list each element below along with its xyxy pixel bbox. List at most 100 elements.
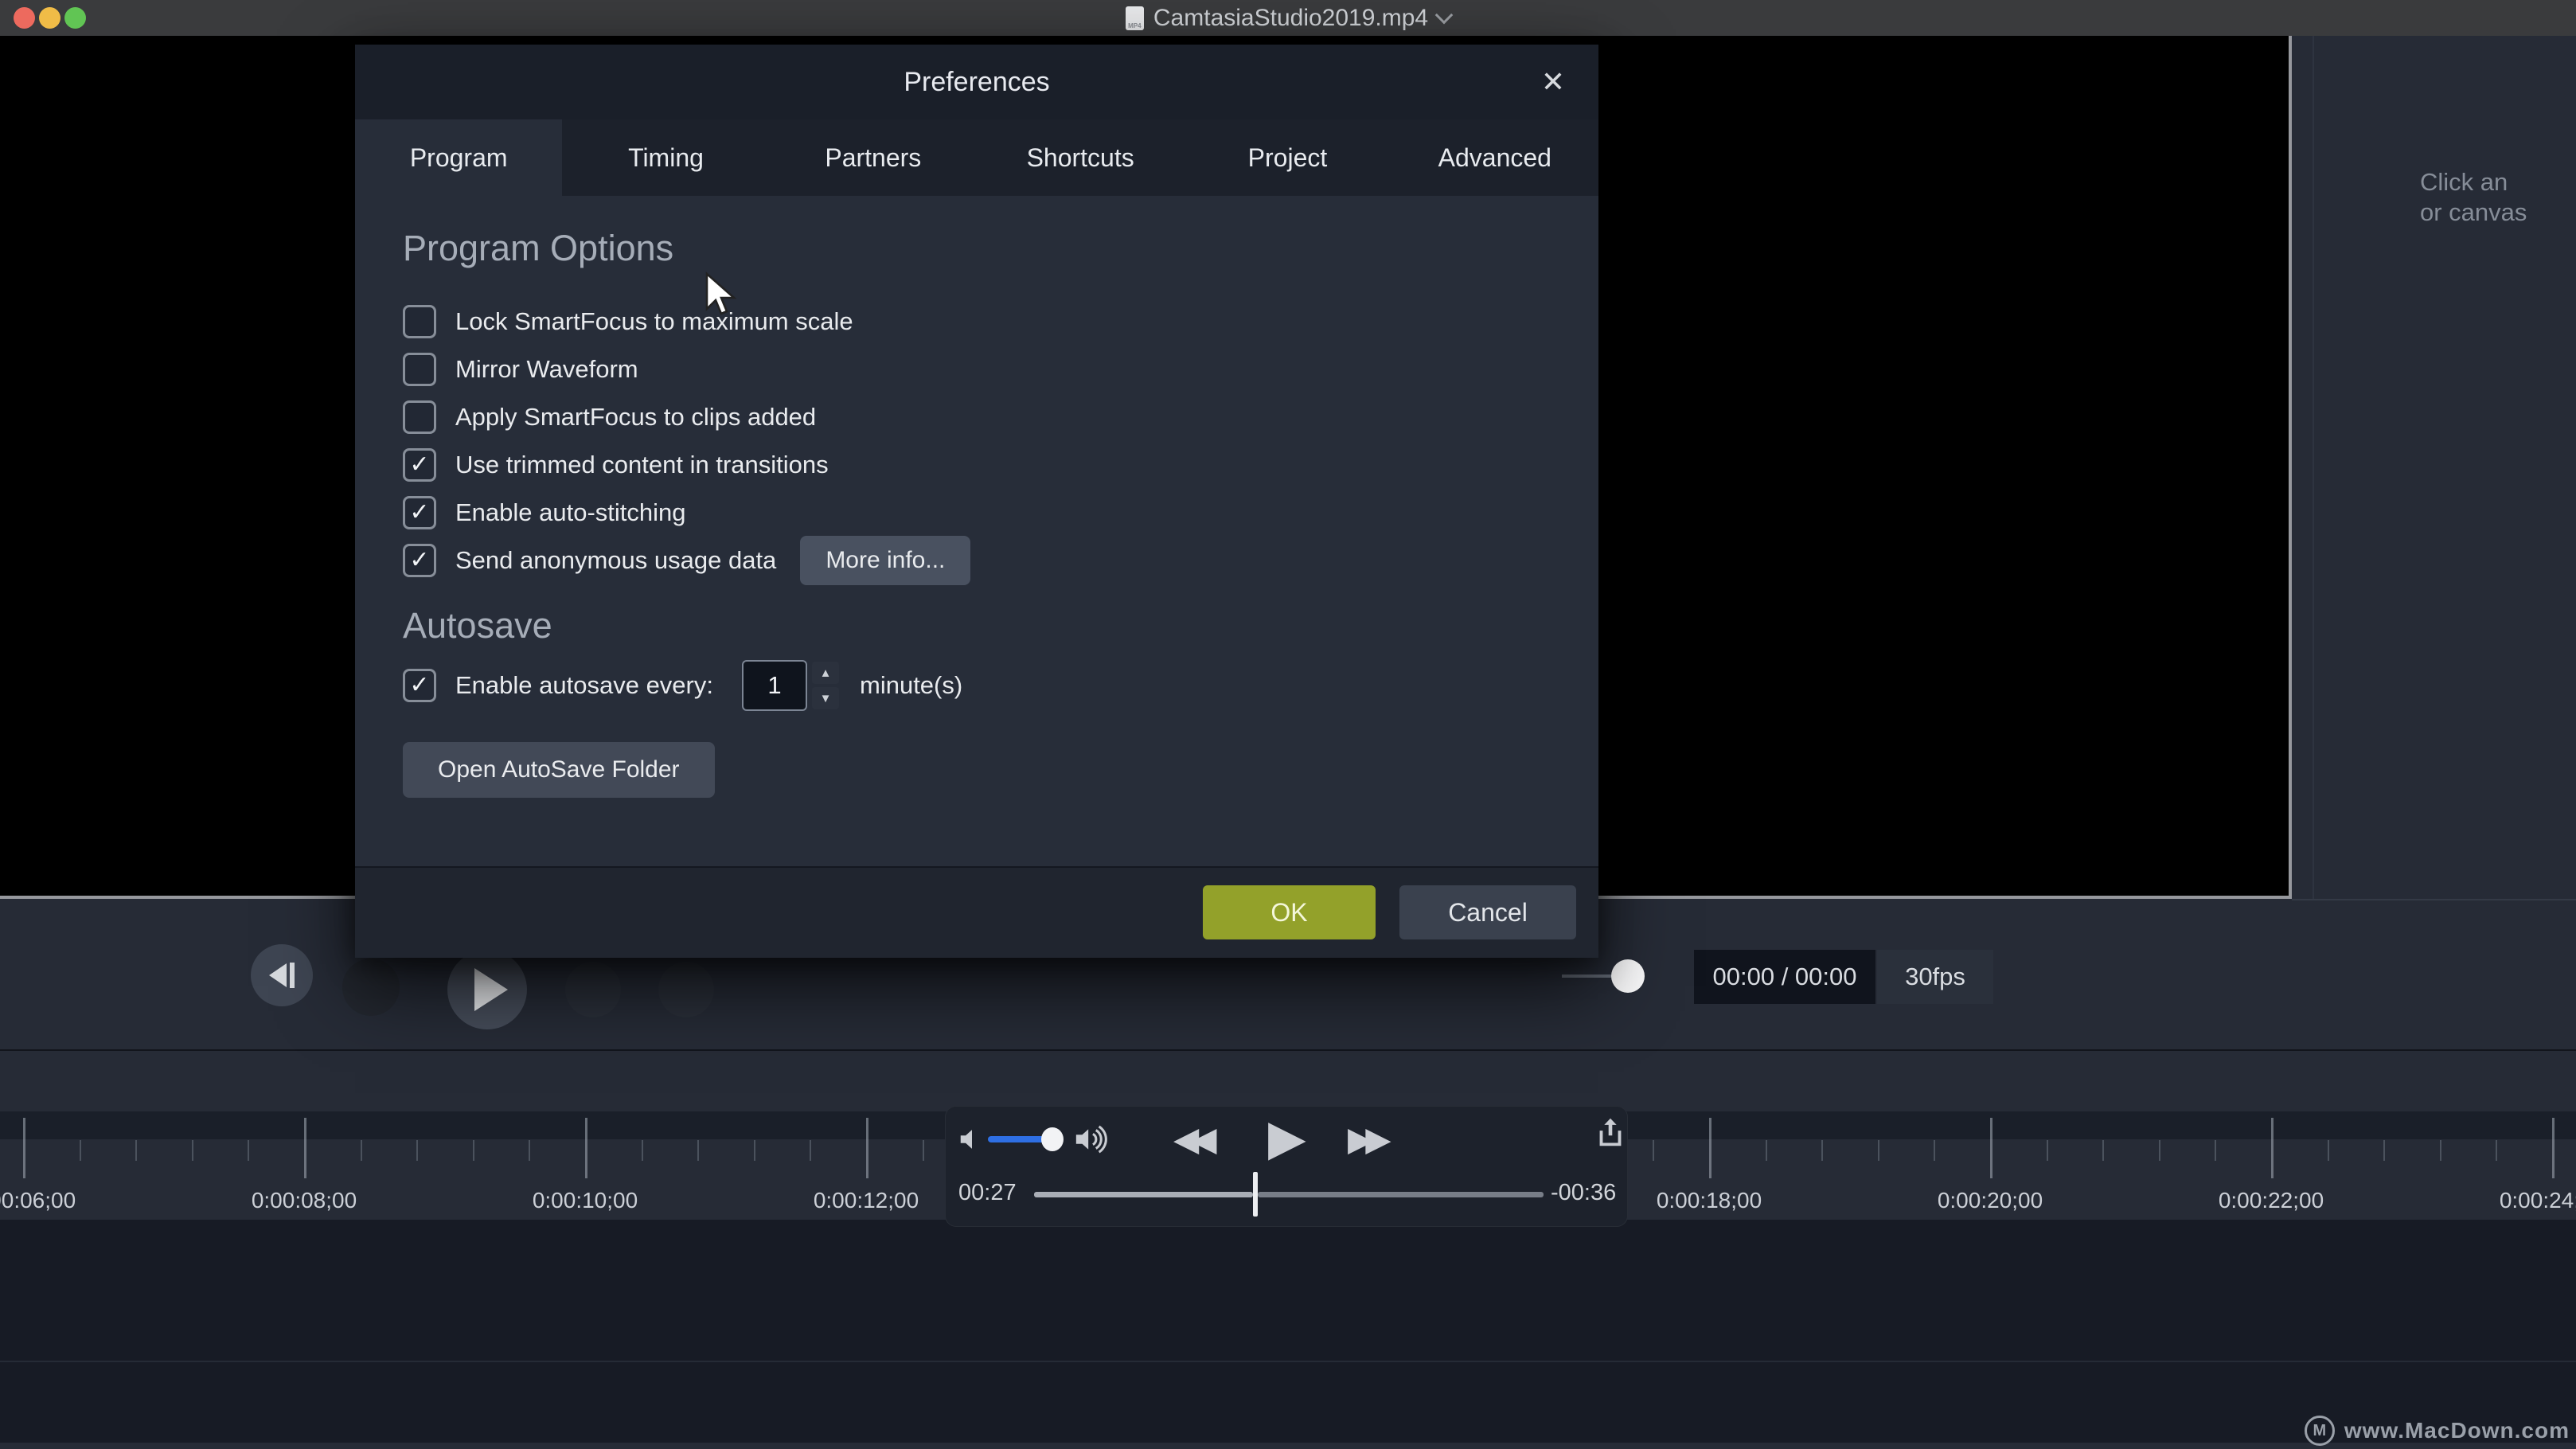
chevron-down-icon[interactable] — [1434, 6, 1454, 24]
autosave-label: Enable autosave every: — [455, 671, 713, 699]
dialog-header[interactable]: Preferences ✕ — [355, 45, 1598, 119]
remaining-time: -00:36 — [1551, 1180, 1617, 1205]
checkbox[interactable]: ✓ — [403, 305, 436, 338]
more-info-button[interactable]: More info... — [800, 536, 971, 585]
ruler-tick — [2271, 1118, 2274, 1178]
ruler-tick — [2496, 1140, 2498, 1161]
ruler-tick — [2046, 1140, 2048, 1161]
step-back-button[interactable] — [251, 944, 313, 1006]
scrubber-track[interactable] — [1562, 974, 1614, 978]
watermark-text: www.MacDown.com — [2344, 1418, 2570, 1443]
canvas-hint-text: Click an or canvas — [2420, 168, 2527, 226]
ruler-label: 0:00:20;00 — [1937, 1188, 2043, 1213]
stepper-up-icon[interactable]: ▲ — [812, 662, 839, 684]
ruler-tick — [1709, 1118, 1711, 1178]
dialog-footer: OK Cancel — [355, 866, 1598, 958]
cancel-button[interactable]: Cancel — [1399, 885, 1576, 939]
checkbox-label: Mirror Waveform — [455, 355, 638, 383]
ruler-tick — [2383, 1140, 2386, 1161]
tab-program[interactable]: Program — [355, 119, 563, 196]
macdown-logo-icon: M — [2304, 1416, 2335, 1446]
progress-bar-played[interactable] — [1034, 1192, 1254, 1197]
window-title-group[interactable]: MP4 CamtasiaStudio2019.mp4 — [1125, 5, 1454, 32]
playback-extra-button-2[interactable] — [565, 962, 621, 1017]
autosave-checkbox[interactable]: ✓ — [403, 669, 436, 702]
watermark: M www.MacDown.com — [0, 1416, 2570, 1446]
checkbox-row[interactable]: ✓ Lock SmartFocus to maximum scale — [403, 298, 1598, 346]
playback-extra-button-1[interactable] — [342, 959, 400, 1016]
ok-button[interactable]: OK — [1203, 885, 1376, 939]
timeline-tracks[interactable] — [0, 1220, 2576, 1449]
ruler-label: 0:00:10;00 — [532, 1188, 638, 1213]
checkbox-row[interactable]: ✓ Enable auto-stitching — [403, 489, 1598, 537]
tab-partners[interactable]: Partners — [770, 119, 977, 196]
checkbox-row[interactable]: ✓ Send anonymous usage data More info... — [403, 536, 1598, 585]
editor-play-button[interactable] — [447, 950, 527, 1029]
volume-low-icon[interactable] — [957, 1124, 987, 1154]
share-icon[interactable] — [1592, 1115, 1629, 1151]
fast-forward-button[interactable]: ▶▶ — [1348, 1119, 1391, 1158]
minimize-traffic-light[interactable] — [39, 7, 60, 29]
dialog-tab-bar: Program Timing Partners Shortcuts Project Adv… — [355, 119, 1598, 196]
ruler-tick — [753, 1140, 755, 1161]
ruler-label: 0:00:22;00 — [2218, 1188, 2324, 1213]
track-divider — [0, 1361, 2576, 1362]
tab-project[interactable]: Project — [1184, 119, 1391, 196]
ruler-tick — [360, 1140, 362, 1161]
ruler-tick — [1934, 1140, 1936, 1161]
play-icon — [474, 968, 508, 1011]
ruler-tick — [416, 1140, 419, 1161]
ruler-tick — [1990, 1118, 1992, 1178]
ruler-tick — [810, 1140, 812, 1161]
progress-marker[interactable] — [1253, 1172, 1259, 1217]
close-traffic-light[interactable] — [14, 7, 35, 29]
ruler-tick — [135, 1140, 138, 1161]
open-autosave-folder-button[interactable]: Open AutoSave Folder — [403, 742, 715, 798]
volume-slider-thumb[interactable] — [1041, 1127, 1064, 1151]
tab-shortcuts[interactable]: Shortcuts — [977, 119, 1184, 196]
ruler-tick — [1765, 1140, 1767, 1161]
ruler-label: 0:00:24;00 — [2499, 1188, 2576, 1213]
ruler-tick — [1821, 1140, 1824, 1161]
stepper-down-icon[interactable]: ▼ — [812, 687, 839, 709]
mouse-cursor — [705, 271, 737, 315]
panel-divider-horizontal — [2292, 899, 2576, 900]
scrubber-handle[interactable] — [1611, 959, 1645, 993]
checkbox-label: Lock SmartFocus to maximum scale — [455, 307, 853, 335]
zoom-traffic-light[interactable] — [64, 7, 86, 29]
fps-display[interactable]: 30fps — [1877, 950, 1993, 1004]
checkbox[interactable]: ✓ — [403, 544, 436, 577]
ruler-tick — [1877, 1140, 1879, 1161]
ruler-tick — [2102, 1140, 2105, 1161]
ruler-label: 0:00:18;00 — [1656, 1188, 1762, 1213]
checkbox[interactable]: ✓ — [403, 353, 436, 386]
checkbox-row[interactable]: ✓ Mirror Waveform — [403, 346, 1598, 393]
checkbox[interactable]: ✓ — [403, 496, 436, 529]
timecode-display: 00:00 / 00:00 — [1694, 950, 1875, 1004]
rewind-button[interactable]: ◀◀ — [1173, 1119, 1217, 1158]
autosave-row: ✓ Enable autosave every: 1 ▲ ▼ minute(s) — [403, 659, 1598, 712]
ruler-label: 0:00:08;00 — [251, 1188, 357, 1213]
dialog-title: Preferences — [904, 66, 1050, 97]
autosave-unit-label: minute(s) — [860, 671, 963, 699]
playback-extra-button-3[interactable] — [658, 962, 714, 1017]
close-icon[interactable]: ✕ — [1535, 64, 1571, 100]
ruler-tick — [697, 1140, 700, 1161]
checkbox-label: Send anonymous usage data — [455, 546, 777, 574]
checkbox[interactable]: ✓ — [403, 448, 436, 482]
checkbox-row[interactable]: ✓ Use trimmed content in transitions — [403, 441, 1598, 489]
autosave-heading: Autosave — [403, 605, 552, 646]
tab-advanced[interactable]: Advanced — [1391, 119, 1598, 196]
volume-high-icon[interactable] — [1073, 1121, 1110, 1158]
autosave-interval-input[interactable]: 1 — [742, 660, 807, 711]
ruler-tick — [922, 1140, 924, 1161]
step-back-icon — [269, 963, 295, 988]
elapsed-time: 00:27 — [958, 1180, 1017, 1205]
play-button[interactable]: ▶ — [1268, 1108, 1306, 1166]
ruler-tick — [2439, 1140, 2441, 1161]
progress-bar-remaining[interactable] — [1258, 1192, 1544, 1197]
checkbox[interactable]: ✓ — [403, 400, 436, 434]
autosave-interval-stepper: ▲ ▼ — [812, 662, 839, 709]
tab-timing[interactable]: Timing — [562, 119, 769, 196]
checkbox-row[interactable]: ✓ Apply SmartFocus to clips added — [403, 393, 1598, 441]
